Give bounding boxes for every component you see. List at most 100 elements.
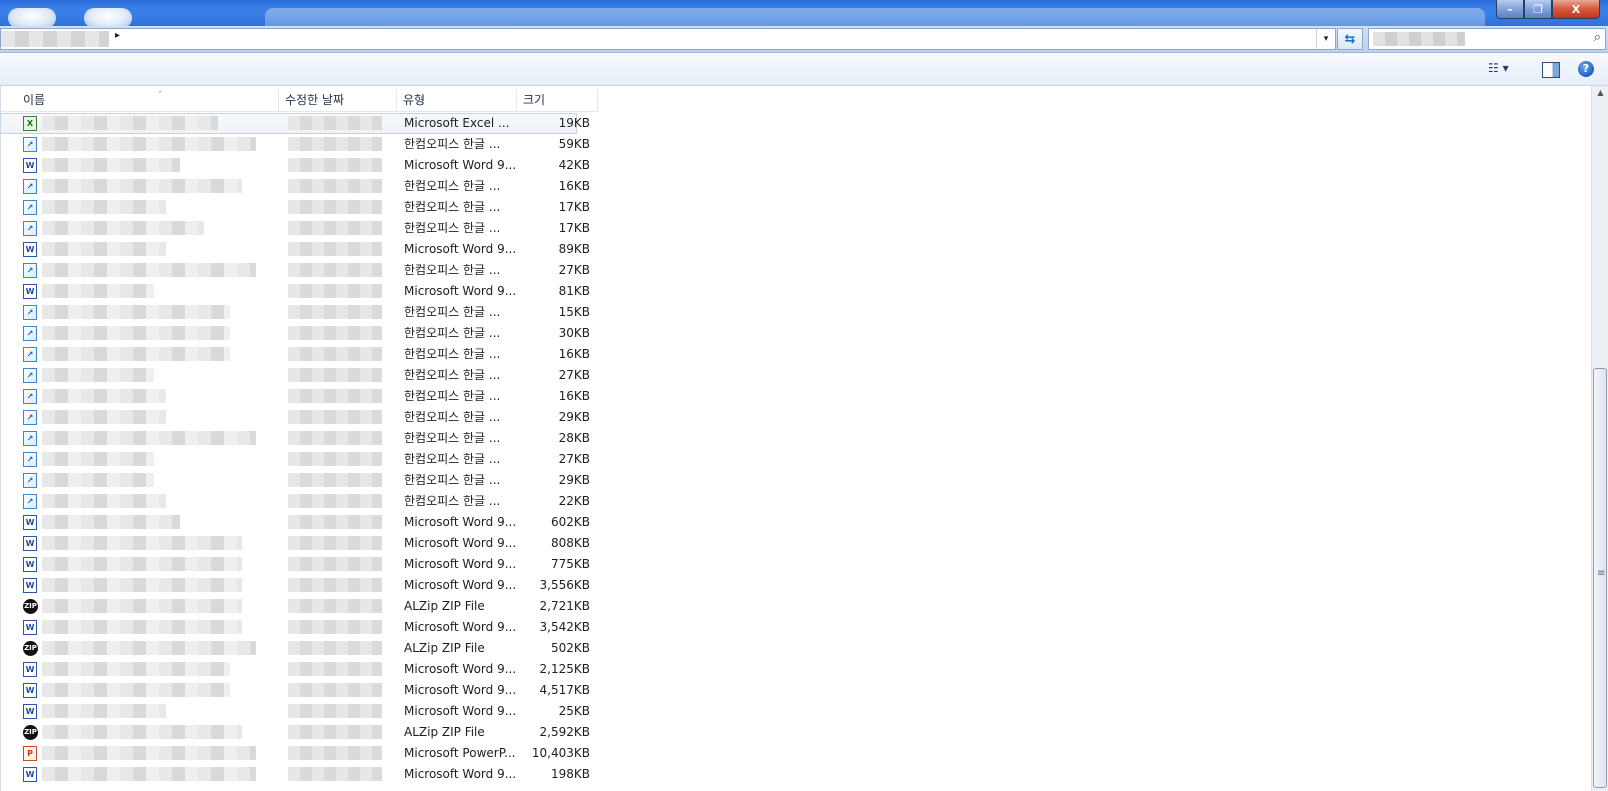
column-type[interactable]: 유형 <box>397 89 517 111</box>
file-name-blurred <box>42 326 230 340</box>
minimize-button[interactable]: – <box>1496 0 1524 19</box>
column-size[interactable]: 크기 <box>517 89 598 111</box>
file-row[interactable]: W Microsoft Word 9... 3,542KB <box>0 617 600 638</box>
file-size: 15KB <box>558 305 590 319</box>
file-row[interactable]: W Microsoft Word 9... 4,517KB <box>0 680 600 701</box>
file-date-blurred <box>288 473 382 487</box>
hwp-file-icon: ↗ <box>23 431 37 446</box>
file-row[interactable]: W Microsoft Word 9... 808KB <box>0 533 600 554</box>
file-row[interactable]: W Microsoft Word 9... 198KB <box>0 764 600 785</box>
file-row[interactable]: ZIP ALZip ZIP File 502KB <box>0 638 600 659</box>
back-button[interactable] <box>8 8 56 28</box>
file-size: 27KB <box>558 368 590 382</box>
file-date-blurred <box>288 536 382 550</box>
file-date-blurred <box>288 326 382 340</box>
file-size: 502KB <box>550 641 590 655</box>
file-type: ALZip ZIP File <box>404 641 485 655</box>
file-row[interactable]: W Microsoft Word 9... 3,556KB <box>0 575 600 596</box>
file-size: 19KB <box>558 116 590 130</box>
file-name-blurred <box>42 200 166 214</box>
scroll-up-icon[interactable]: ▲ <box>1592 88 1608 97</box>
file-row[interactable]: W Microsoft Word 9... 602KB <box>0 512 600 533</box>
file-row[interactable]: ↗ 한컴오피스 한글 ... 22KB <box>0 491 600 512</box>
preview-pane-icon[interactable] <box>1542 62 1560 78</box>
refresh-button[interactable]: ⇆ <box>1337 28 1363 50</box>
file-size: 4,517KB <box>539 683 590 697</box>
forward-button[interactable] <box>84 8 132 28</box>
refresh-icon: ⇆ <box>1344 31 1356 47</box>
file-name-blurred <box>42 725 242 739</box>
breadcrumb-arrow-icon[interactable]: ▸ <box>115 30 120 41</box>
column-name[interactable]: 이름 ˆ <box>17 89 279 111</box>
file-row[interactable]: X Microsoft Excel ... 19KB <box>0 113 590 134</box>
hwp-file-icon: ↗ <box>23 473 37 488</box>
file-row[interactable]: W Microsoft Word 9... 775KB <box>0 554 600 575</box>
file-row[interactable]: ↗ 한컴오피스 한글 ... 29KB <box>0 470 600 491</box>
close-button[interactable]: X <box>1552 0 1600 19</box>
file-name-blurred <box>42 179 242 193</box>
maximize-button[interactable]: ❐ <box>1524 0 1552 19</box>
file-row[interactable]: ↗ 한컴오피스 한글 ... 17KB <box>0 218 600 239</box>
help-icon[interactable]: ? <box>1578 61 1594 77</box>
file-size: 30KB <box>558 326 590 340</box>
address-bar[interactable]: ▸ ▾ <box>0 28 1336 50</box>
search-icon[interactable]: ⌕ <box>1594 30 1601 45</box>
zip-file-icon: ZIP <box>23 725 38 740</box>
file-type: 한컴오피스 한글 ... <box>404 263 501 277</box>
hwp-file-icon: ↗ <box>23 326 37 341</box>
address-dropdown-icon[interactable]: ▾ <box>1316 29 1335 49</box>
word-file-icon: W <box>23 242 37 257</box>
file-row[interactable]: ZIP ALZip ZIP File 2,721KB <box>0 596 600 617</box>
column-date-modified[interactable]: 수정한 날짜 <box>279 89 397 111</box>
zip-file-icon: ZIP <box>23 599 38 614</box>
file-size: 27KB <box>558 452 590 466</box>
file-row[interactable]: ↗ 한컴오피스 한글 ... 30KB <box>0 323 600 344</box>
file-type: ALZip ZIP File <box>404 599 485 613</box>
file-row[interactable]: W Microsoft Word 9... 89KB <box>0 239 600 260</box>
file-row[interactable]: ↗ 한컴오피스 한글 ... 17KB <box>0 197 600 218</box>
file-name-blurred <box>42 368 154 382</box>
file-row[interactable]: ↗ 한컴오피스 한글 ... 59KB <box>0 134 600 155</box>
file-row[interactable]: ↗ 한컴오피스 한글 ... 27KB <box>0 449 600 470</box>
file-type: 한컴오피스 한글 ... <box>404 347 501 361</box>
file-row[interactable]: ↗ 한컴오피스 한글 ... 27KB <box>0 260 600 281</box>
file-row[interactable]: W Microsoft Word 9... 81KB <box>0 281 600 302</box>
file-row[interactable]: ↗ 한컴오피스 한글 ... 16KB <box>0 344 600 365</box>
file-row-content: X Microsoft Excel ... 19KB <box>0 113 600 134</box>
file-date-blurred <box>288 620 382 634</box>
file-name-blurred <box>42 620 242 634</box>
file-name-blurred <box>42 221 204 235</box>
file-size: 3,542KB <box>539 620 590 634</box>
file-row[interactable]: W Microsoft Word 9... 42KB <box>0 155 600 176</box>
file-row[interactable]: ↗ 한컴오피스 한글 ... 15KB <box>0 302 600 323</box>
file-size: 29KB <box>558 410 590 424</box>
file-row[interactable]: ↗ 한컴오피스 한글 ... 16KB <box>0 176 600 197</box>
file-size: 42KB <box>558 158 590 172</box>
file-name-blurred <box>42 410 166 424</box>
file-date-blurred <box>288 347 382 361</box>
file-row[interactable]: ↗ 한컴오피스 한글 ... 16KB <box>0 386 600 407</box>
file-name-blurred <box>42 536 242 550</box>
file-row[interactable]: W Microsoft Word 9... 25KB <box>0 701 600 722</box>
file-row[interactable]: ZIP ALZip ZIP File 2,592KB <box>0 722 600 743</box>
file-date-blurred <box>288 158 382 172</box>
file-row[interactable]: P Microsoft PowerP... 10,403KB <box>0 743 600 764</box>
file-date-blurred <box>288 494 382 508</box>
file-name-blurred <box>42 263 256 277</box>
file-row[interactable]: ↗ 한컴오피스 한글 ... 28KB <box>0 428 600 449</box>
file-row[interactable]: ↗ 한컴오피스 한글 ... 27KB <box>0 365 600 386</box>
vertical-scrollbar[interactable]: ▲ ≡ <box>1591 86 1608 791</box>
file-row[interactable]: W Microsoft Word 9... 2,125KB <box>0 659 600 680</box>
file-type: 한컴오피스 한글 ... <box>404 221 501 235</box>
file-size: 81KB <box>558 284 590 298</box>
file-size: 29KB <box>558 473 590 487</box>
file-name-blurred <box>42 347 230 361</box>
change-view-button[interactable]: ☷ ▾ <box>1488 61 1509 75</box>
scrollbar-thumb[interactable]: ≡ <box>1593 368 1607 788</box>
file-type: 한컴오피스 한글 ... <box>404 494 501 508</box>
file-type: ALZip ZIP File <box>404 725 485 739</box>
file-row[interactable]: ↗ 한컴오피스 한글 ... 29KB <box>0 407 600 428</box>
file-date-blurred <box>288 200 382 214</box>
search-input[interactable]: ⌕ <box>1368 28 1606 50</box>
column-name-label: 이름 <box>23 93 46 107</box>
